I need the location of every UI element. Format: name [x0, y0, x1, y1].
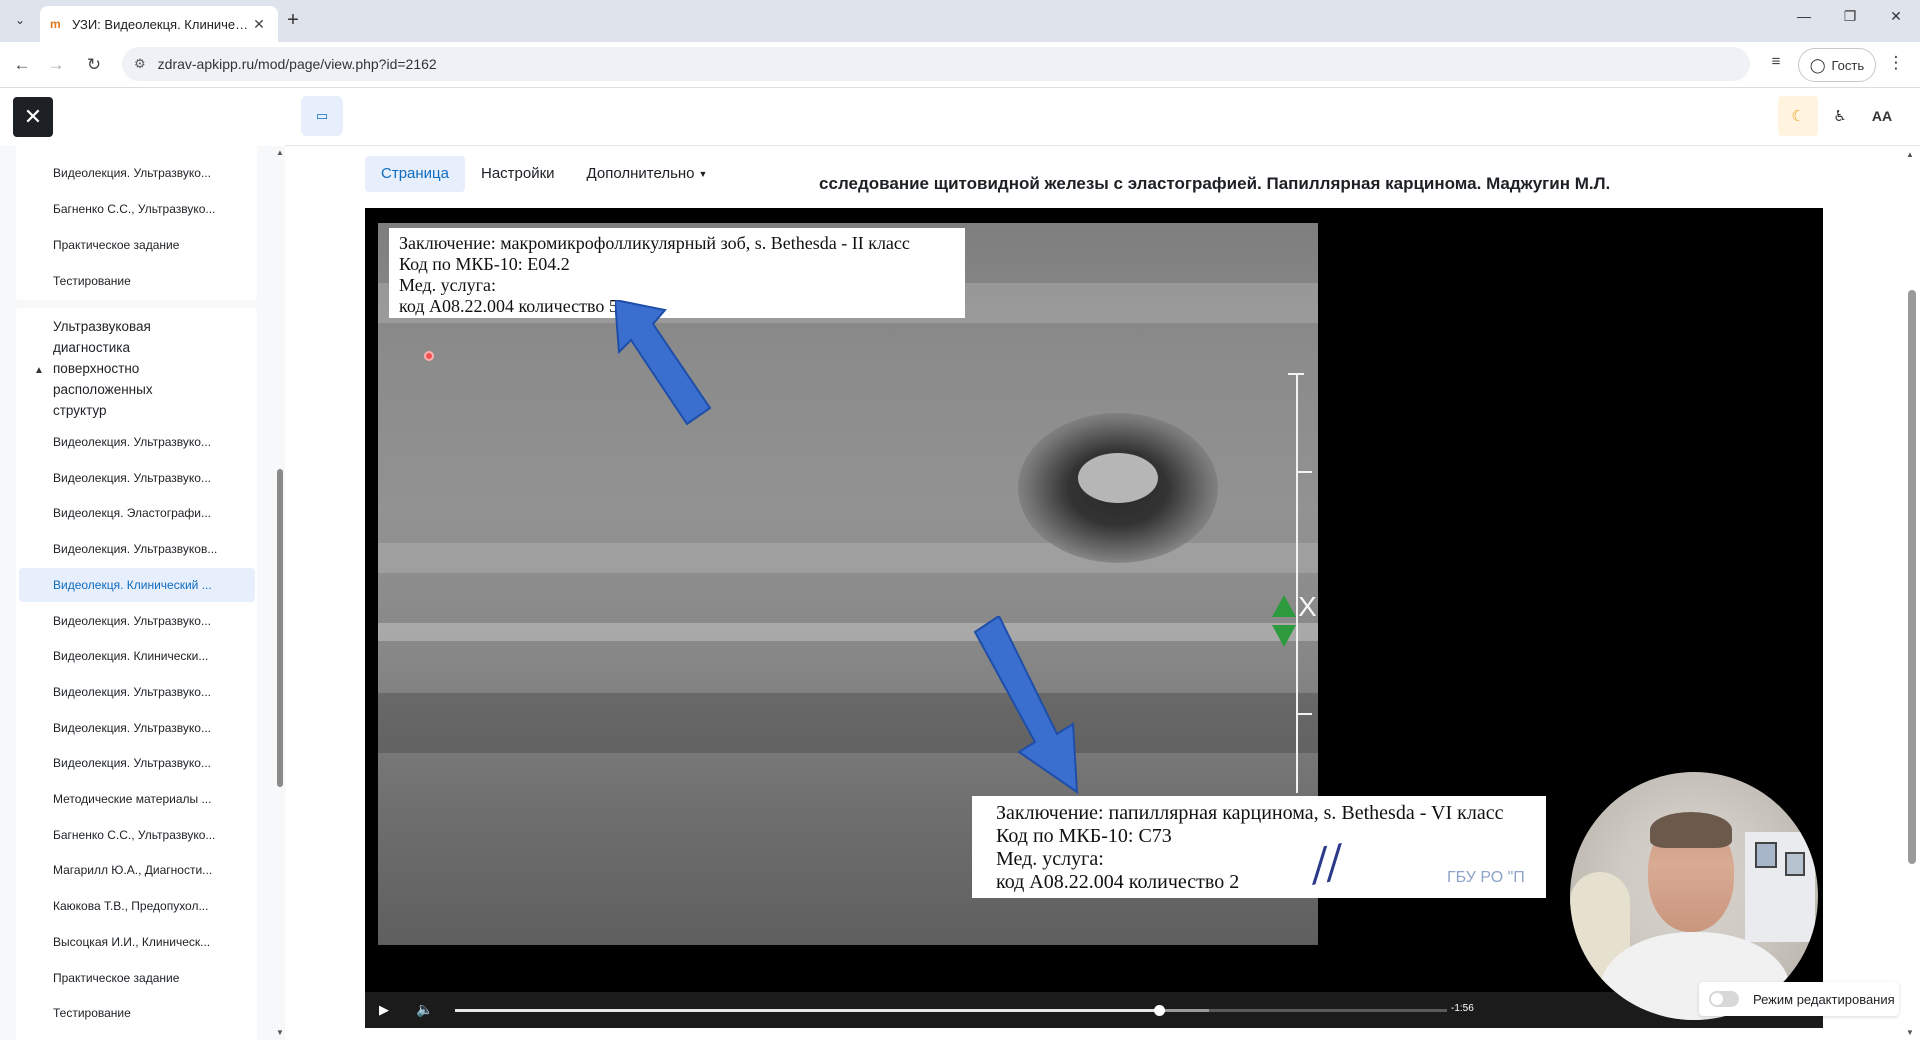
arrow-down-icon [973, 616, 1079, 794]
sidebar-item[interactable]: Видеолекция. Ультразвуков... [53, 542, 253, 556]
back-icon[interactable]: ← [10, 53, 34, 77]
browser-menu-icon[interactable]: ⋮ [1886, 53, 1906, 77]
sidebar-item[interactable]: Магарилл Ю.А., Диагности... [53, 863, 253, 877]
sidebar-item[interactable]: Тестирование [53, 274, 253, 288]
edit-mode-toggle[interactable]: Режим редактирования [1699, 982, 1899, 1016]
new-tab-icon[interactable]: + [282, 10, 304, 32]
sidebar-item[interactable]: Методические материалы ... [53, 792, 253, 806]
reload-icon[interactable]: ↻ [82, 53, 106, 77]
browser-tab-bar: ⌄ m УЗИ: Видеолекця. Клинический ✕ + — ❐… [0, 0, 1920, 42]
tab-more[interactable]: Дополнительно ▼ [571, 156, 724, 192]
sidebar-item[interactable]: Практическое задание [53, 238, 253, 252]
moodle-header: ▭ ☾ ♿ AA [285, 88, 1920, 146]
time-remaining: -1:56 [1451, 1003, 1474, 1014]
toggle-switch[interactable] [1709, 991, 1739, 1007]
section-title[interactable]: Ультразвуковая диагностика поверхностно … [53, 316, 193, 421]
close-drawer-button[interactable]: ✕ [13, 97, 53, 137]
focus-marker-label: X [1298, 591, 1317, 622]
focus-marker-icon [1272, 595, 1296, 647]
sidebar-item[interactable]: Багненко С.С., Ультразвуко... [53, 828, 253, 842]
sidebar-item[interactable]: Видеолекция. Ультразвуко... [53, 721, 253, 735]
page-scroll-down-icon[interactable]: ▼ [1906, 1028, 1914, 1037]
guest-label: Гость [1831, 57, 1865, 73]
sidebar-item[interactable]: Видеолекция. Ультразвуко... [53, 471, 253, 485]
record-indicator-icon [424, 351, 434, 361]
url-field[interactable]: ⚙ zdrav-apkipp.ru/mod/page/view.php?id=2… [122, 47, 1750, 81]
sidebar-item[interactable]: Каюкова Т.В., Предопухол... [53, 899, 253, 913]
scroll-down-icon[interactable]: ▼ [276, 1028, 284, 1037]
progress-handle[interactable] [1154, 1005, 1166, 1016]
course-index-sidebar: Видеолекция. Ультразвуко... Багненко С.С… [0, 146, 285, 1040]
conclusion-note-bottom: Заключение: папиллярная карцинома, s. Be… [972, 796, 1546, 898]
collapse-section-icon[interactable]: ▲ [34, 365, 44, 376]
url-text: zdrav-apkipp.ru/mod/page/view.php?id=216… [157, 56, 437, 72]
volume-icon[interactable]: 🔈 [416, 1001, 433, 1018]
minimize-icon[interactable]: — [1782, 8, 1826, 32]
page-scrollbar[interactable] [1908, 290, 1916, 864]
depth-ruler [1296, 373, 1298, 793]
guest-profile-button[interactable]: ◯ Гость [1798, 48, 1876, 82]
sidebar-item[interactable]: Видеолекця. Клинический ... [19, 568, 255, 602]
accessibility-icon[interactable]: ♿ [1820, 96, 1860, 136]
chevron-down-icon: ▼ [698, 169, 708, 180]
sidebar-item[interactable]: Видеолекция. Ультразвуко... [53, 166, 253, 180]
secondary-navigation: Страница Настройки Дополнительно ▼ [365, 156, 724, 192]
play-icon[interactable]: ▶ [379, 1002, 395, 1018]
tab-settings[interactable]: Настройки [465, 156, 571, 192]
address-bar: ← → ↻ ⚙ zdrav-apkipp.ru/mod/page/view.ph… [0, 42, 1920, 88]
sidebar-item[interactable]: Видеолекция. Ультразвуко... [53, 435, 253, 449]
sidebar-item[interactable]: Видеолекция. Клинически... [53, 649, 253, 663]
font-size-button[interactable]: AA [1862, 96, 1902, 136]
tab-page[interactable]: Страница [365, 156, 465, 192]
video-progress-bar[interactable] [455, 1005, 1447, 1016]
dark-mode-icon[interactable]: ☾ [1778, 96, 1818, 136]
edit-mode-label: Режим редактирования [1753, 991, 1895, 1007]
restore-icon[interactable]: ❐ [1828, 8, 1872, 32]
site-info-icon[interactable]: ⚙ [134, 56, 146, 72]
course-index-toggle-icon[interactable]: ▭ [301, 96, 343, 136]
sidebar-item[interactable]: Тестирование [53, 1006, 253, 1020]
browser-tab[interactable]: m УЗИ: Видеолекця. Клинический ✕ [40, 6, 278, 42]
arrow-up-icon [615, 300, 712, 426]
signature-image: // [1307, 835, 1346, 892]
scroll-up-icon[interactable]: ▲ [276, 148, 284, 157]
site-favicon-icon: m [50, 17, 61, 31]
sidebar-item[interactable]: Практическое задание [53, 971, 253, 985]
sidebar-scrollbar[interactable] [277, 469, 283, 787]
media-controls-icon[interactable]: ≡ [1764, 53, 1788, 77]
sidebar-item[interactable]: Видеолекция. Ультразвуко... [53, 614, 253, 628]
tab-title: УЗИ: Видеолекця. Клинический [72, 16, 250, 32]
tab-close-icon[interactable]: ✕ [250, 16, 268, 33]
sidebar-item[interactable]: Видеолекция. Ультразвуко... [53, 756, 253, 770]
profile-icon: ◯ [1809, 56, 1826, 73]
window-close-icon[interactable]: ✕ [1874, 8, 1918, 32]
sidebar-item[interactable]: Видеолекця. Эластографи... [53, 506, 253, 520]
sidebar-item[interactable]: Видеолекция. Ультразвуко... [53, 685, 253, 699]
sidebar-item[interactable]: Высоцкая И.И., Клиническ... [53, 935, 253, 949]
stamp-text: ГБУ РО "П [1447, 869, 1525, 886]
tab-search-icon[interactable]: ⌄ [8, 8, 32, 32]
sidebar-item[interactable]: Багненко С.С., Ультразвуко... [53, 202, 253, 216]
forward-icon[interactable]: → [44, 53, 68, 77]
page-scroll-up-icon[interactable]: ▲ [1906, 150, 1914, 159]
